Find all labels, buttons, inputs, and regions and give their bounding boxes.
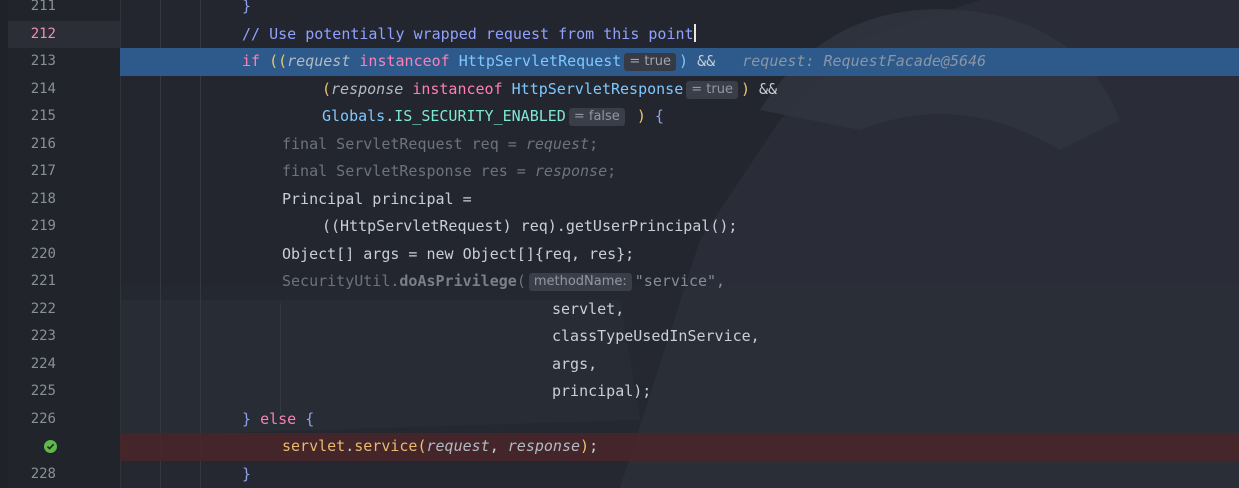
line-number[interactable]: 218 xyxy=(0,186,56,214)
line-number[interactable]: 212 xyxy=(0,21,56,49)
keyword-instanceof: instanceof xyxy=(359,52,450,70)
open-paren: ( xyxy=(322,79,332,98)
comment: // Use potentially wrapped request from … xyxy=(242,24,694,43)
method-name: doAsPrivilege xyxy=(399,272,517,290)
constant: IS_SECURITY_ENABLED xyxy=(394,107,566,125)
line-number[interactable]: 228 xyxy=(0,461,56,488)
keyword-else: else xyxy=(260,409,297,428)
variable-servlet: servlet xyxy=(282,437,346,455)
code-line-213[interactable]: 213 if ((request instanceof HttpServletR… xyxy=(0,48,1239,76)
close-paren: ) xyxy=(679,52,689,70)
code-text: SecurityUtil. xyxy=(282,272,400,290)
code-line-219[interactable]: 219 ((HttpServletRequest) req).getUserPr… xyxy=(0,213,1239,241)
class-name: Globals xyxy=(322,107,386,125)
string-literal: "service", xyxy=(634,272,726,290)
code-line-217[interactable]: 217 final ServletResponse res = response… xyxy=(0,158,1239,186)
operator-and: && xyxy=(697,52,716,70)
code-line-212[interactable]: 212 // Use potentially wrapped request f… xyxy=(0,20,1239,49)
variable-request: request xyxy=(525,134,590,153)
code-line-211[interactable]: 211 } xyxy=(0,0,1239,21)
dot: . xyxy=(345,437,355,455)
line-number[interactable]: 222 xyxy=(0,296,56,324)
code-text: ; xyxy=(589,134,599,153)
variable-response: response xyxy=(534,162,608,180)
method-name: service xyxy=(354,437,418,455)
close-paren: ) xyxy=(580,437,590,455)
comma: , xyxy=(489,437,508,455)
code-line-227[interactable]: servlet.service(request, response); xyxy=(0,433,1239,461)
code-line-225[interactable]: 225 principal); xyxy=(0,378,1239,406)
text-caret xyxy=(693,23,696,42)
inlay-hint-value: = true xyxy=(686,80,738,99)
line-number[interactable]: 217 xyxy=(0,158,56,186)
line-number[interactable]: 214 xyxy=(0,76,56,104)
line-number[interactable]: 213 xyxy=(0,48,56,76)
code-text: Object[] args = new Object[]{req, res}; xyxy=(282,244,635,263)
open-paren: (( xyxy=(269,52,288,70)
variable-response: response xyxy=(507,437,581,455)
line-number[interactable]: 223 xyxy=(0,323,56,351)
debug-inline-value: request: RequestFacade@5646 xyxy=(742,52,987,70)
line-number[interactable]: 226 xyxy=(0,406,56,434)
line-number[interactable]: 211 xyxy=(0,0,56,21)
code-line-215[interactable]: 215 Globals.IS_SECURITY_ENABLED = false )… xyxy=(0,103,1239,131)
variable-response: response xyxy=(331,79,404,98)
line-number[interactable]: 221 xyxy=(0,268,56,296)
class-name: HttpServletResponse xyxy=(511,79,684,98)
operator-and: && xyxy=(759,79,778,98)
code-text: final ServletRequest req = xyxy=(282,134,526,153)
keyword-if: if xyxy=(242,52,261,70)
opening-brace: { xyxy=(305,409,315,428)
dot: . xyxy=(385,107,395,125)
inlay-hint-parameter: methodName: xyxy=(528,273,632,291)
code-line-228[interactable]: 228 } xyxy=(0,461,1239,488)
code-text: ( xyxy=(516,272,526,290)
line-number[interactable]: 219 xyxy=(0,213,56,241)
code-text: Principal principal = xyxy=(282,189,472,208)
closing-brace: } xyxy=(242,409,252,428)
code-line-216[interactable]: 216 final ServletRequest req = request; xyxy=(0,131,1239,159)
code-line-220[interactable]: 220 Object[] args = new Object[]{req, re… xyxy=(0,241,1239,269)
code-text: args, xyxy=(552,354,598,373)
keyword-instanceof: instanceof xyxy=(412,79,503,98)
line-number[interactable]: 224 xyxy=(0,351,56,379)
line-number[interactable]: 215 xyxy=(0,103,56,131)
code-line-223[interactable]: 223 classTypeUsedInService, xyxy=(0,323,1239,351)
code-line-214[interactable]: 214 (response instanceof HttpServletResp… xyxy=(0,76,1239,104)
inlay-hint-value: = true xyxy=(624,53,677,71)
code-line-221[interactable]: 221 SecurityUtil.doAsPrivilege(methodNam… xyxy=(0,268,1239,296)
closing-brace: } xyxy=(242,464,252,483)
line-number[interactable]: 225 xyxy=(0,378,56,406)
code-text: final ServletResponse res = xyxy=(282,162,535,180)
variable-request: request xyxy=(287,52,351,70)
variable-request: request xyxy=(426,437,490,455)
line-number[interactable]: 216 xyxy=(0,131,56,159)
closing-brace: } xyxy=(242,0,252,15)
code-text: ; xyxy=(607,162,617,180)
close-paren: ) xyxy=(740,79,750,98)
line-number[interactable]: 220 xyxy=(0,241,56,269)
code-editor[interactable]: 211 } 212 // Use potentially wrapped req… xyxy=(0,0,1239,488)
code-text: ((HttpServletRequest) req).getUserPrinci… xyxy=(322,217,738,235)
open-paren: ( xyxy=(417,437,427,455)
code-text: classTypeUsedInService, xyxy=(552,327,760,345)
close-paren: ) xyxy=(636,107,646,125)
inlay-hint-value: = false xyxy=(568,108,625,126)
check-circle-icon[interactable] xyxy=(44,440,57,453)
class-name: HttpServletRequest xyxy=(458,52,622,70)
code-line-224[interactable]: 224 args, xyxy=(0,351,1239,379)
opening-brace: { xyxy=(654,107,664,125)
code-text: servlet, xyxy=(552,299,625,318)
code-line-226[interactable]: 226 } else { xyxy=(0,406,1239,434)
semicolon: ; xyxy=(589,437,599,455)
code-line-218[interactable]: 218 Principal principal = xyxy=(0,186,1239,214)
code-line-222[interactable]: 222 servlet, xyxy=(0,296,1239,324)
code-text: principal); xyxy=(552,382,652,400)
